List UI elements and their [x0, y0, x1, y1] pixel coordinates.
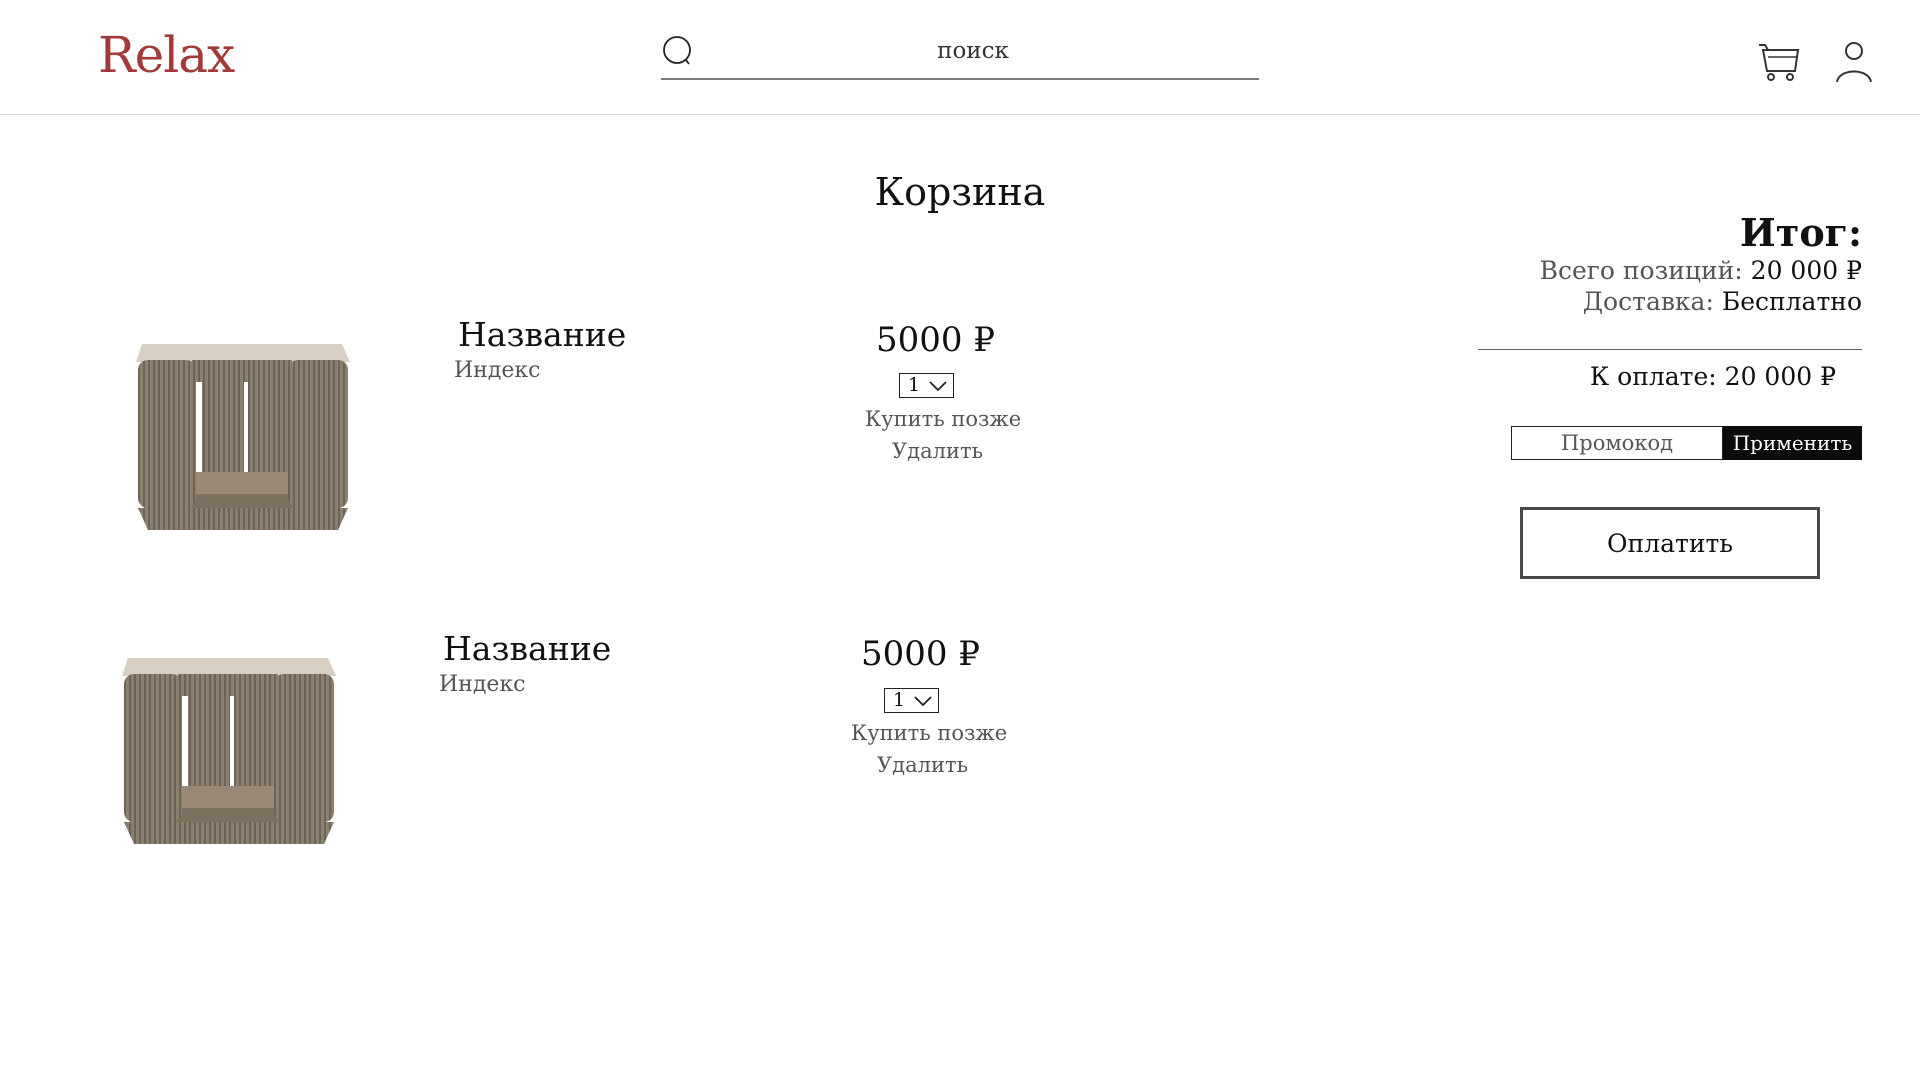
buy-later-link[interactable]: Купить позже: [851, 721, 1007, 745]
site-header: Relax: [0, 0, 1920, 115]
cart-item: Название Индекс 5000 ₽ 1 Купить позже Уд…: [0, 614, 1200, 874]
product-image[interactable]: [128, 322, 356, 542]
promo-code-input[interactable]: [1511, 426, 1723, 460]
apply-promo-button[interactable]: Применить: [1723, 426, 1862, 460]
user-icon[interactable]: [1834, 40, 1874, 84]
item-price: 5000 ₽: [861, 634, 980, 674]
item-name[interactable]: Название: [458, 315, 626, 354]
delete-link[interactable]: Удалить: [892, 439, 983, 463]
search-icon[interactable]: [661, 34, 697, 70]
page-title: Корзина: [874, 170, 1046, 214]
cart-item: Название Индекс 5000 ₽ 1 Купить позже Уд…: [0, 300, 1200, 560]
delete-link[interactable]: Удалить: [877, 753, 968, 777]
summary-divider: [1478, 349, 1862, 350]
summary-title: Итог:: [1739, 210, 1862, 255]
quantity-select[interactable]: 1: [899, 373, 954, 398]
quantity-select[interactable]: 1: [884, 688, 939, 713]
quantity-value: 1: [893, 689, 906, 711]
positions-value: 20 000 ₽: [1750, 256, 1862, 285]
cart-icon[interactable]: [1756, 38, 1802, 84]
logo[interactable]: Relax: [98, 26, 235, 84]
chevron-down-icon: [929, 381, 947, 392]
delivery-label: Доставка:: [1582, 287, 1714, 316]
chevron-down-icon: [914, 696, 932, 707]
product-image[interactable]: [114, 636, 342, 856]
quantity-value: 1: [908, 374, 921, 396]
item-price: 5000 ₽: [876, 320, 995, 360]
buy-later-link[interactable]: Купить позже: [865, 407, 1021, 431]
item-index: Индекс: [454, 358, 541, 383]
positions-label: Всего позиций:: [1539, 256, 1743, 285]
pay-button[interactable]: Оплатить: [1520, 507, 1820, 579]
item-index: Индекс: [439, 672, 526, 697]
search-input[interactable]: [701, 32, 1245, 70]
search-bar: [661, 28, 1259, 80]
item-name[interactable]: Название: [443, 629, 611, 668]
positions-total: Всего позиций: 20 000 ₽: [1540, 256, 1862, 285]
pay-total: К оплате: 20 000 ₽: [1589, 362, 1836, 391]
delivery-value: Бесплатно: [1721, 287, 1862, 316]
delivery-info: Доставка: Бесплатно: [1583, 287, 1862, 316]
